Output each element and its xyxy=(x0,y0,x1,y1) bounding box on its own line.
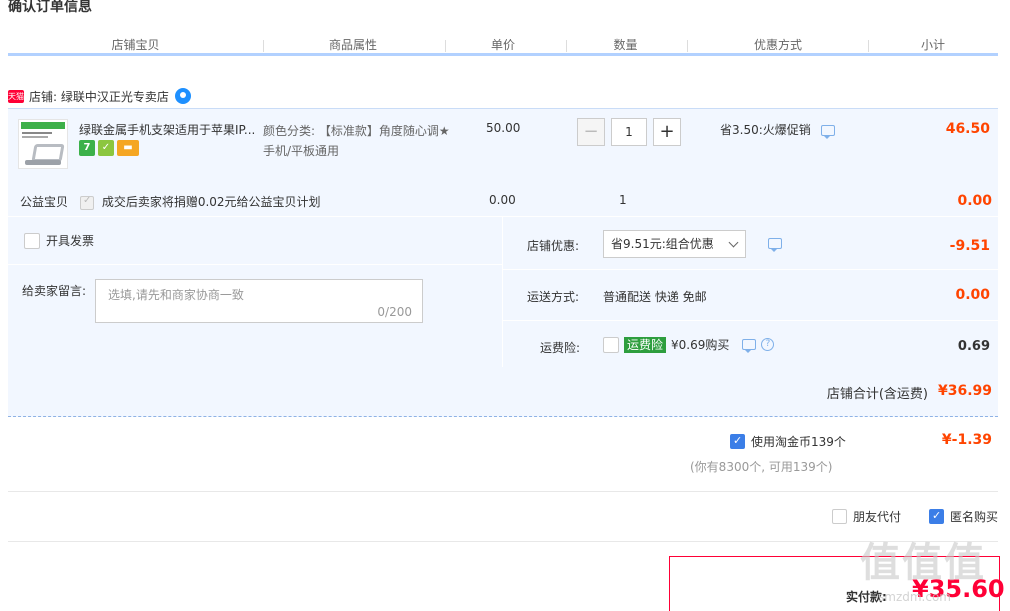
message-placeholder: 选填,请先和商家协商一致 xyxy=(108,288,244,302)
watermark-logo: 值值值 xyxy=(860,540,986,586)
promo-text: 省3.50:火爆促销 xyxy=(720,121,835,139)
shop-discount-amount: -9.51 xyxy=(949,238,990,254)
message-char-count: 0/200 xyxy=(377,305,412,319)
coin-label: 使用淘金币139个 xyxy=(751,435,846,449)
charity-qty: 1 xyxy=(619,193,627,207)
page-title: 确认订单信息 xyxy=(8,0,92,15)
insurance-price: ¥0.69购买 xyxy=(671,338,730,352)
charity-label: 公益宝贝 xyxy=(20,195,69,209)
unit-price: 50.00 xyxy=(486,121,521,135)
discount-info-icon[interactable] xyxy=(768,238,782,252)
promo-info-icon[interactable] xyxy=(820,125,835,139)
product-title[interactable]: 绿联金属手机支架适用于苹果IP... xyxy=(79,121,259,138)
insurance-label: 运费险: xyxy=(540,341,581,355)
coin-checkbox[interactable] xyxy=(730,434,745,449)
shop-discount-label: 店铺优惠: xyxy=(527,239,580,253)
insurance-tag: 运费险 xyxy=(624,336,667,353)
product-attributes: 颜色分类: 【标准款】角度随心调★手机/平板通用 xyxy=(263,124,450,158)
order-item: 绿联金属手机支架适用于苹果IP... 7 ✓ ▬ 颜色分类: 【标准款】角度随心… xyxy=(8,108,998,216)
shipping-method: 普通配送 快递 免邮 xyxy=(603,290,707,304)
service-badges: 7 ✓ ▬ xyxy=(79,140,139,156)
col-header-price: 单价 xyxy=(490,38,515,52)
invoice-checkbox[interactable] xyxy=(24,232,40,249)
insurance-amount: 0.69 xyxy=(957,339,990,354)
insurance-chat-icon[interactable] xyxy=(742,339,757,353)
shop-row: 天猫 店铺: 绿联中汉正光专卖店 xyxy=(8,86,191,106)
message-textarea[interactable]: 选填,请先和商家协商一致 0/200 xyxy=(95,279,423,323)
qty-increase-button[interactable]: + xyxy=(653,118,681,146)
credit-card-icon[interactable]: ▬ xyxy=(117,140,139,156)
charity-checkbox xyxy=(80,195,94,210)
col-header-shop-item: 店铺宝贝 xyxy=(111,38,160,52)
charity-text: 成交后卖家将捐赠0.02元给公益宝贝计划 xyxy=(101,195,321,209)
seven-day-return-icon[interactable]: 7 xyxy=(79,140,95,156)
insurance-option: 运费险 ¥0.69购买 ? xyxy=(603,336,775,353)
shop-name[interactable]: 店铺: 绿联中汉正光专卖店 xyxy=(29,88,169,105)
watermark-url: smzdm.com xyxy=(878,590,951,604)
friend-pay-checkbox[interactable] xyxy=(831,509,847,524)
payment-options: 朋友代付 匿名购买 xyxy=(831,508,998,525)
item-subtotal: 46.50 xyxy=(945,121,990,137)
shipping-label: 运送方式: xyxy=(527,290,580,304)
shop-discount-selected: 省9.51元:组合优惠 xyxy=(611,237,714,251)
coin-amount: ¥-1.39 xyxy=(941,432,992,448)
product-thumbnail[interactable] xyxy=(18,119,68,169)
coin-option[interactable]: 使用淘金币139个 xyxy=(730,433,846,450)
invoice-label: 开具发票 xyxy=(46,234,95,248)
shop-discount-select[interactable]: 省9.51元:组合优惠 xyxy=(603,230,746,258)
order-options: 开具发票 给卖家留言: 选填,请先和商家协商一致 0/200 店铺优惠: 省9.… xyxy=(8,217,998,367)
quantity-stepper: − 1 + xyxy=(577,118,681,146)
coin-note: (你有8300个, 可用139个) xyxy=(690,460,833,474)
insurance-checkbox[interactable] xyxy=(603,336,619,353)
anonymous-checkbox[interactable] xyxy=(928,509,944,524)
message-label: 给卖家留言: xyxy=(22,284,87,298)
shipping-amount: 0.00 xyxy=(955,287,990,303)
tmall-icon: 天猫 xyxy=(8,89,24,103)
col-header-discount: 优惠方式 xyxy=(753,38,802,52)
chevron-down-icon xyxy=(728,237,739,248)
col-header-attributes: 商品属性 xyxy=(328,38,377,52)
friend-pay-label: 朋友代付 xyxy=(852,510,901,524)
guarantee-icon[interactable]: ✓ xyxy=(98,140,114,156)
wangwang-chat-icon[interactable] xyxy=(174,88,191,104)
divider xyxy=(8,491,998,492)
shop-total-label: 店铺合计(含运费) xyxy=(826,387,928,402)
promo-label: 省3.50:火爆促销 xyxy=(720,123,811,137)
qty-input[interactable]: 1 xyxy=(611,118,647,146)
charity-price: 0.00 xyxy=(489,193,516,207)
col-header-quantity: 数量 xyxy=(613,38,638,52)
table-header: 店铺宝贝 商品属性 单价 数量 优惠方式 小计 xyxy=(8,34,998,56)
divider xyxy=(8,541,998,542)
help-icon[interactable]: ? xyxy=(761,338,775,351)
anonymous-label: 匿名购买 xyxy=(949,510,998,524)
qty-decrease-button[interactable]: − xyxy=(577,118,605,146)
invoice-option[interactable]: 开具发票 xyxy=(24,232,94,249)
charity-subtotal: 0.00 xyxy=(957,193,992,209)
col-header-subtotal: 小计 xyxy=(920,38,945,52)
shop-total: 店铺合计(含运费) ¥36.99 xyxy=(8,367,998,417)
charity-row: 成交后卖家将捐赠0.02元给公益宝贝计划 xyxy=(80,193,321,210)
shop-total-value: ¥36.99 xyxy=(937,383,992,399)
